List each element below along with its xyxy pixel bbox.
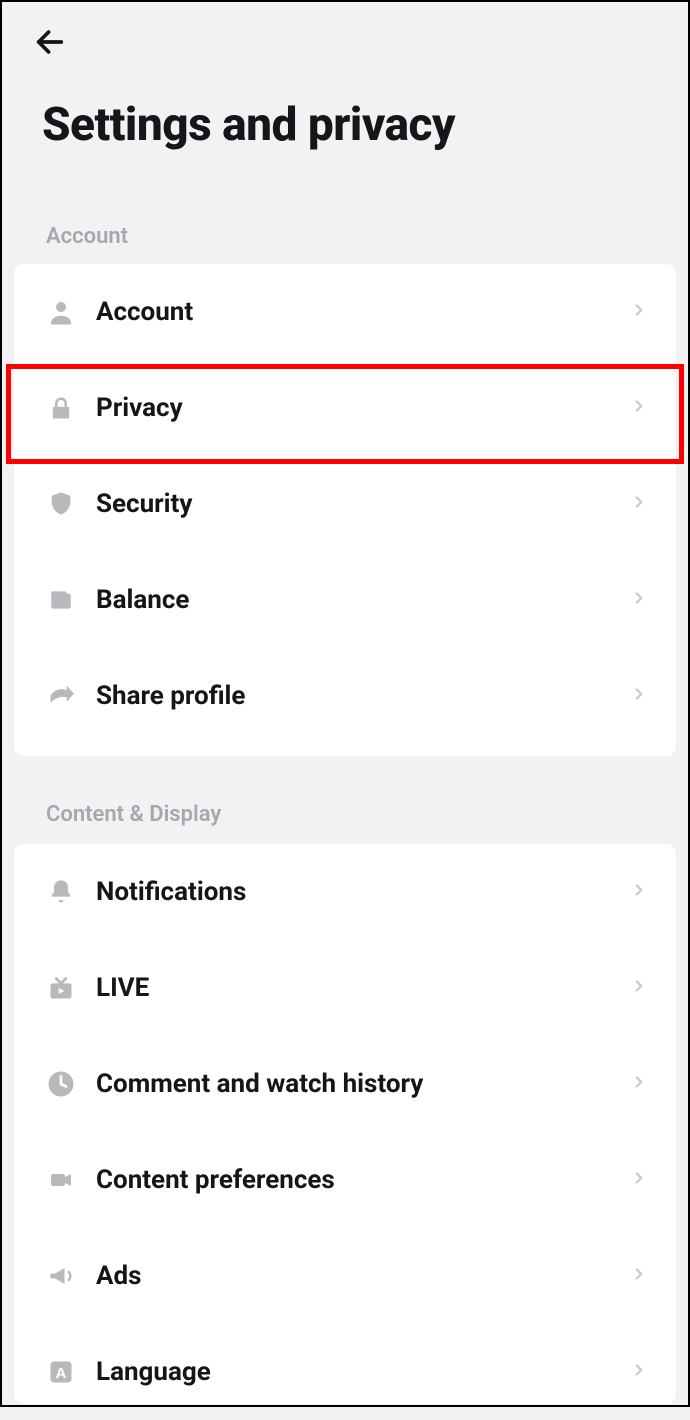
wallet-icon bbox=[44, 583, 78, 617]
chevron-right-icon bbox=[630, 1265, 648, 1287]
chevron-right-icon bbox=[630, 397, 648, 419]
row-comment-watch-history[interactable]: Comment and watch history bbox=[14, 1036, 676, 1132]
row-security[interactable]: Security bbox=[14, 456, 676, 552]
row-label: Language bbox=[96, 1357, 630, 1387]
chevron-right-icon bbox=[630, 977, 648, 999]
section-header-account: Account bbox=[2, 224, 128, 249]
row-account[interactable]: Account bbox=[14, 264, 676, 360]
section-header-content: Content & Display bbox=[2, 802, 221, 827]
card-content: Notifications LIVE Comment and watch his… bbox=[14, 844, 676, 1404]
chevron-right-icon bbox=[630, 1361, 648, 1383]
chevron-right-icon bbox=[630, 685, 648, 707]
share-icon bbox=[44, 679, 78, 713]
row-label: Notifications bbox=[96, 877, 630, 907]
chevron-right-icon bbox=[630, 493, 648, 515]
video-icon bbox=[44, 1163, 78, 1197]
chevron-right-icon bbox=[630, 301, 648, 323]
card-account: Account Privacy Security Balance bbox=[14, 264, 676, 756]
row-live[interactable]: LIVE bbox=[14, 940, 676, 1036]
chevron-right-icon bbox=[630, 1073, 648, 1095]
chevron-right-icon bbox=[630, 881, 648, 903]
row-label: Privacy bbox=[96, 393, 630, 423]
bell-icon bbox=[44, 875, 78, 909]
shield-icon bbox=[44, 487, 78, 521]
row-label: Share profile bbox=[96, 681, 630, 711]
row-language[interactable]: A Language bbox=[14, 1324, 676, 1420]
clock-icon bbox=[44, 1067, 78, 1101]
chevron-right-icon bbox=[630, 589, 648, 611]
row-share-profile[interactable]: Share profile bbox=[14, 648, 676, 744]
chevron-right-icon bbox=[630, 1169, 648, 1191]
row-label: Ads bbox=[96, 1261, 630, 1291]
lock-icon bbox=[44, 391, 78, 425]
row-notifications[interactable]: Notifications bbox=[14, 844, 676, 940]
live-tv-icon bbox=[44, 971, 78, 1005]
language-letter-icon: A bbox=[44, 1355, 78, 1389]
row-balance[interactable]: Balance bbox=[14, 552, 676, 648]
back-button[interactable] bbox=[30, 22, 70, 62]
megaphone-icon bbox=[44, 1259, 78, 1293]
page-title: Settings and privacy bbox=[42, 98, 455, 152]
row-label: Content preferences bbox=[96, 1165, 630, 1195]
arrow-left-icon bbox=[33, 25, 67, 59]
row-label: Security bbox=[96, 489, 630, 519]
svg-text:A: A bbox=[56, 1365, 67, 1382]
person-icon bbox=[44, 295, 78, 329]
row-label: Account bbox=[96, 297, 630, 327]
row-label: Comment and watch history bbox=[96, 1069, 630, 1099]
row-label: LIVE bbox=[96, 973, 630, 1003]
row-content-preferences[interactable]: Content preferences bbox=[14, 1132, 676, 1228]
row-privacy[interactable]: Privacy bbox=[14, 360, 676, 456]
row-label: Balance bbox=[96, 585, 630, 615]
row-ads[interactable]: Ads bbox=[14, 1228, 676, 1324]
